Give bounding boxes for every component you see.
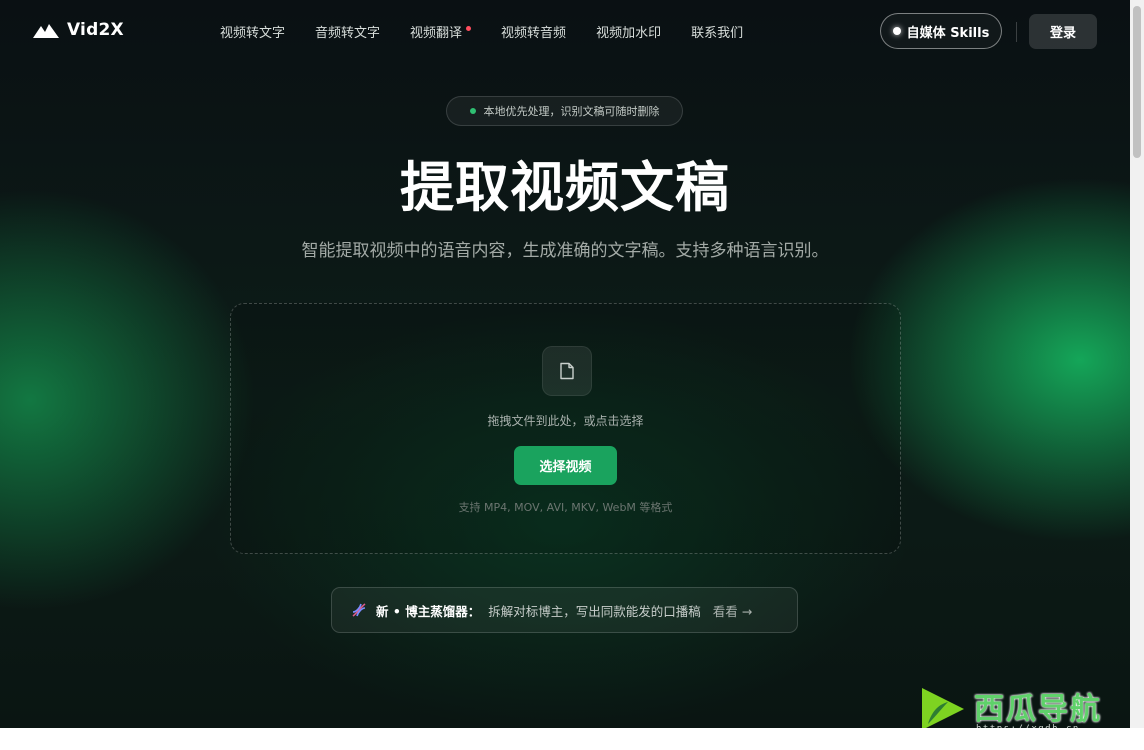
nav-item-contact[interactable]: 联系我们 — [691, 22, 743, 41]
top-header: Vid2X 视频转文字 音频转文字 视频翻译 视频转音频 视频加水印 联系我们 … — [0, 0, 1130, 64]
promo-title: 新 • 博主蒸馏器： — [376, 603, 481, 619]
select-video-button[interactable]: 选择视频 — [514, 446, 617, 485]
promo-description: 拆解对标博主，写出同款能发的口播稿 — [488, 603, 701, 619]
skills-button[interactable]: 自媒体 Skills — [880, 13, 1002, 49]
status-dot-icon — [892, 27, 901, 35]
privacy-badge: 本地优先处理，识别文稿可随时删除 — [446, 96, 683, 126]
skills-button-label: 自媒体 Skills — [906, 25, 990, 41]
nav-item-video-translate[interactable]: 视频翻译 — [410, 22, 472, 41]
dropzone-hint: 拖拽文件到此处，或点击选择 — [487, 414, 644, 428]
upload-dropzone[interactable]: 拖拽文件到此处，或点击选择 选择视频 支持 MP4, MOV, AVI, MKV… — [230, 303, 901, 554]
footer-strip — [0, 728, 1144, 750]
header-divider — [1016, 22, 1017, 42]
nav-item-video-to-text[interactable]: 视频转文字 — [220, 22, 285, 41]
page-subtitle: 智能提取视频中的语音内容，生成准确的文字稿。支持多种语言识别。 — [301, 241, 829, 261]
scrollbar[interactable] — [1130, 0, 1144, 728]
file-icon — [560, 362, 574, 380]
play-leaf-logo-icon — [922, 688, 964, 730]
nav-item-video-to-audio[interactable]: 视频转音频 — [501, 22, 566, 41]
promo-link[interactable]: 看看 → — [713, 601, 752, 620]
logo[interactable]: Vid2X — [33, 20, 124, 40]
scrollbar-thumb[interactable] — [1133, 6, 1141, 158]
nav-item-audio-to-text[interactable]: 音频转文字 — [315, 22, 380, 41]
login-button[interactable]: 登录 — [1029, 14, 1097, 49]
new-badge-dot — [466, 26, 472, 31]
promo-banner[interactable]: 新 • 博主蒸馏器： 拆解对标博主，写出同款能发的口播稿 看看 → — [331, 587, 798, 633]
supported-formats: 支持 MP4, MOV, AVI, MKV, WebM 等格式 — [458, 501, 673, 514]
logo-text: Vid2X — [67, 20, 124, 40]
privacy-note: 本地优先处理，识别文稿可随时删除 — [483, 105, 660, 118]
file-icon-box — [542, 346, 592, 396]
green-dot-icon — [469, 108, 476, 114]
watermark-text: 西瓜导航 — [974, 692, 1102, 727]
main-nav: 视频转文字 音频转文字 视频翻译 视频转音频 视频加水印 联系我们 — [205, 22, 758, 41]
dna-icon — [352, 603, 366, 617]
nav-item-video-watermark[interactable]: 视频加水印 — [596, 22, 661, 41]
page-title: 提取视频文稿 — [400, 156, 730, 219]
mountain-logo-icon — [33, 24, 59, 38]
